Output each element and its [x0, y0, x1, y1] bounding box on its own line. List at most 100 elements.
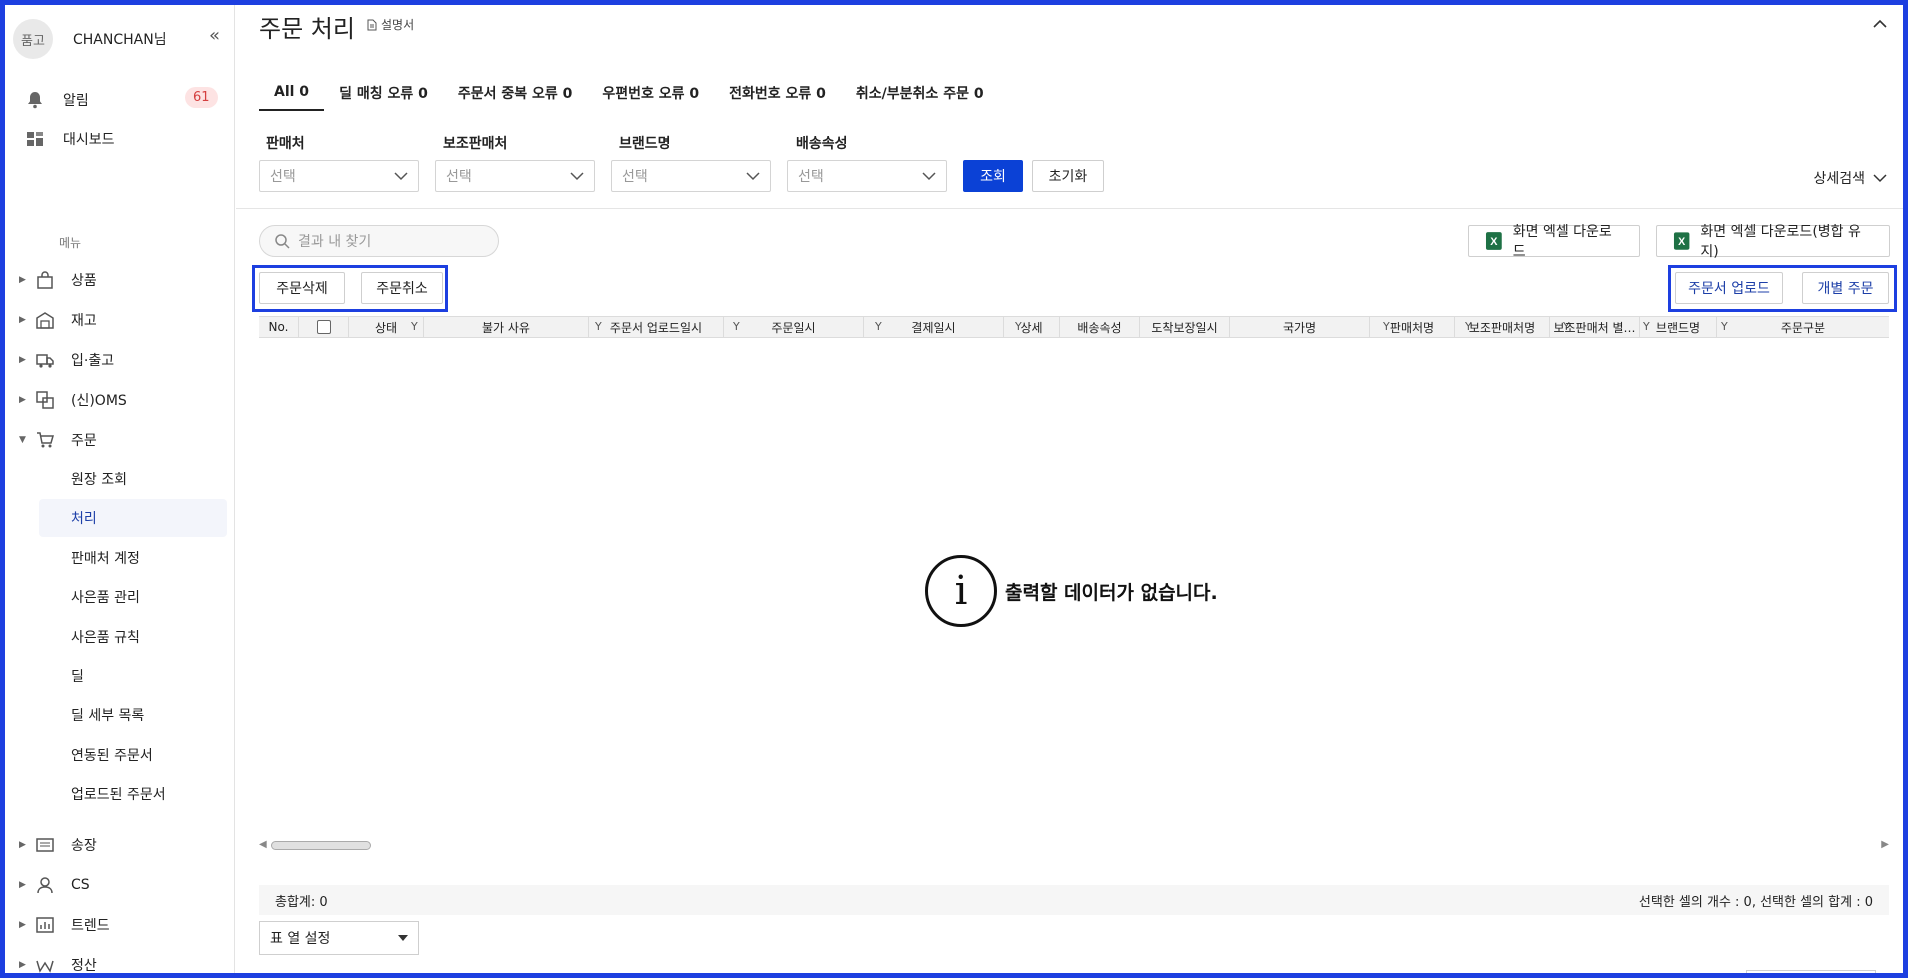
excel-download-label: 화면 엑셀 다운로드 — [1512, 224, 1612, 260]
sidebar-item-settlement[interactable]: ▶ 정산 — [19, 952, 224, 973]
individual-order-button[interactable]: 개별 주문 — [1802, 272, 1889, 304]
filter-label-sub-seller: 보조판매처 — [443, 136, 508, 152]
tab-cancelled-orders[interactable]: 취소/부분취소 주문 0 — [841, 75, 999, 111]
sidebar-subitem-ledger[interactable]: 원장 조회 — [39, 460, 227, 498]
sidebar-item-inout[interactable]: ▶ 입·출고 — [19, 347, 224, 373]
excel-download-merged-button[interactable]: X 화면 엑셀 다운로드(병합 유지) — [1656, 224, 1890, 260]
sidebar-subitem-gift-manage[interactable]: 사은품 관리 — [39, 578, 227, 616]
sidebar-subitem-uploaded-orders[interactable]: 업로드된 주문서 — [39, 775, 227, 813]
svg-text:X: X — [1678, 236, 1685, 248]
detail-search-toggle[interactable]: 상세검색 — [1813, 168, 1887, 188]
scroll-left-icon[interactable]: ◀ — [259, 839, 267, 850]
caret-right-icon: ▶ — [19, 395, 26, 405]
column-header[interactable]: 보조판매처명 — [1455, 317, 1550, 337]
tab-zipcode-error[interactable]: 우편번호 오류 0 — [587, 75, 714, 111]
select-all-checkbox-cell[interactable] — [299, 317, 349, 337]
sidebar-subitem-linked-orders[interactable]: 연동된 주문서 — [39, 736, 227, 774]
caret-right-icon: ▶ — [19, 840, 26, 850]
sidebar-item-inventory[interactable]: ▶ 재고 — [19, 307, 224, 333]
scrollbar-thumb[interactable] — [271, 841, 371, 850]
sidebar-item-invoice[interactable]: ▶ 송장 — [19, 832, 224, 858]
filter-icon[interactable]: Y — [411, 320, 418, 333]
sidebar-subitem-gift-rule[interactable]: 사은품 규칙 — [39, 618, 227, 656]
profile[interactable]: 품고 CHANCHAN님 — [13, 17, 228, 61]
column-header[interactable]: 배송속성 — [1060, 317, 1140, 337]
reset-button[interactable]: 초기화 — [1032, 160, 1104, 192]
grid-header: No. 상태 Y 불가 사유 Y 주문서 업로드일시 Y 주문일시 Y 결제일시… — [259, 316, 1889, 338]
column-header[interactable]: 주문서 업로드일시 — [589, 317, 724, 337]
tab-bar: All 0 딜 매칭 오류 0 주문서 중복 오류 0 우편번호 오류 0 전화… — [259, 75, 999, 113]
shopping-bag-icon — [37, 271, 53, 289]
tab-all[interactable]: All 0 — [259, 75, 325, 111]
sidebar-item-dashboard[interactable]: 대시보드 — [25, 126, 115, 152]
chevron-down-icon — [1873, 174, 1887, 183]
column-header[interactable]: 국가명 — [1230, 317, 1370, 337]
delete-order-button[interactable]: 주문삭제 — [259, 272, 345, 304]
caret-right-icon: ▶ — [19, 960, 26, 970]
sidebar-item-trend[interactable]: ▶ 트렌드 — [19, 912, 224, 938]
excel-download-button[interactable]: X 화면 엑셀 다운로드 — [1468, 224, 1640, 260]
sidebar-subitem-process[interactable]: 처리 — [39, 499, 227, 537]
sidebar-item-oms[interactable]: ▶ (신)OMS — [19, 387, 224, 413]
chevron-down-icon — [394, 172, 408, 181]
column-header[interactable]: 브랜드명 — [1640, 317, 1717, 337]
column-header[interactable]: 도착보장일시 — [1140, 317, 1230, 337]
search-placeholder: 결과 내 찾기 — [298, 234, 372, 250]
sidebar-subitem-deal-detail[interactable]: 딜 세부 목록 — [39, 696, 227, 734]
scroll-right-icon[interactable]: ▶ — [1881, 839, 1889, 850]
column-setting-select[interactable]: 표 열 설정 — [259, 921, 419, 955]
column-header[interactable]: 불가 사유 — [424, 317, 589, 337]
chevron-up-icon[interactable] — [1873, 17, 1887, 33]
caret-right-icon: ▶ — [19, 920, 26, 930]
order-upload-button[interactable]: 주문서 업로드 — [1675, 272, 1783, 304]
column-header[interactable]: 주문일시 — [724, 317, 864, 337]
brand-select[interactable]: 선택 — [611, 160, 771, 192]
sub-seller-select[interactable]: 선택 — [435, 160, 595, 192]
column-header[interactable]: 결제일시 — [864, 317, 1004, 337]
info-icon: i — [925, 555, 997, 627]
sidebar-item-orders[interactable]: ▼ 주문 — [19, 427, 224, 453]
sidebar-item-label: 알림 — [63, 93, 89, 109]
search-icon — [275, 234, 290, 249]
search-button[interactable]: 조회 — [963, 160, 1023, 192]
sidebar-item-alerts[interactable]: 알림 61 — [25, 87, 218, 113]
column-header[interactable]: 상세 — [1004, 317, 1060, 337]
sidebar-subitem-deal[interactable]: 딜 — [39, 657, 227, 695]
column-header[interactable]: No. — [259, 317, 299, 337]
select-all-checkbox[interactable] — [316, 320, 331, 334]
tab-phone-error[interactable]: 전화번호 오류 0 — [714, 75, 841, 111]
main-content: 주문 처리 설명서 All 0 딜 매칭 오류 0 주문서 중복 오류 0 우편… — [236, 5, 1903, 978]
sidebar-item-label: (신)OMS — [71, 393, 127, 409]
page-size-select[interactable]: 100개씩 보기 — [1746, 970, 1876, 978]
sidebar-item-label: 재고 — [71, 313, 97, 329]
caret-right-icon: ▶ — [19, 880, 26, 890]
sidebar-item-label: 정산 — [71, 958, 97, 973]
excel-icon: X — [1673, 232, 1690, 250]
excel-download-merged-label: 화면 엑셀 다운로드(병합 유지) — [1700, 224, 1861, 260]
caret-right-icon: ▶ — [19, 355, 26, 365]
cancel-order-button[interactable]: 주문취소 — [361, 272, 443, 304]
truck-icon — [36, 354, 54, 368]
manual-link[interactable]: 설명서 — [366, 16, 414, 33]
selection-summary: 선택한 셀의 개수 : 0, 선택한 셀의 합계 : 0 — [1638, 894, 1873, 910]
seller-select[interactable]: 선택 — [259, 160, 419, 192]
tab-duplicate-error[interactable]: 주문서 중복 오류 0 — [443, 75, 588, 111]
sidebar-item-label: 입·출고 — [71, 353, 115, 369]
delivery-select[interactable]: 선택 — [787, 160, 947, 192]
sidebar-subitem-seller-account[interactable]: 판매처 계정 — [39, 539, 227, 577]
column-header[interactable]: 판매처명 — [1370, 317, 1455, 337]
caret-right-icon: ▶ — [19, 275, 26, 285]
collapse-sidebar-icon[interactable]: « — [209, 25, 220, 46]
sidebar-item-products[interactable]: ▶ 상품 — [19, 267, 224, 293]
sidebar-item-cs[interactable]: ▶ CS — [19, 872, 224, 898]
select-placeholder: 선택 — [446, 169, 472, 185]
result-search-input[interactable]: 결과 내 찾기 — [259, 225, 499, 257]
chevron-down-icon — [570, 172, 584, 181]
column-header[interactable]: 주문구분 — [1717, 317, 1889, 337]
column-header[interactable]: 보조판매처 별… — [1550, 317, 1640, 337]
invoice-icon — [36, 838, 54, 852]
horizontal-scrollbar[interactable]: ◀ ▶ — [259, 839, 1889, 851]
section-divider — [236, 208, 1903, 209]
tab-deal-matching-error[interactable]: 딜 매칭 오류 0 — [324, 75, 443, 111]
detail-search-label: 상세검색 — [1813, 171, 1865, 187]
